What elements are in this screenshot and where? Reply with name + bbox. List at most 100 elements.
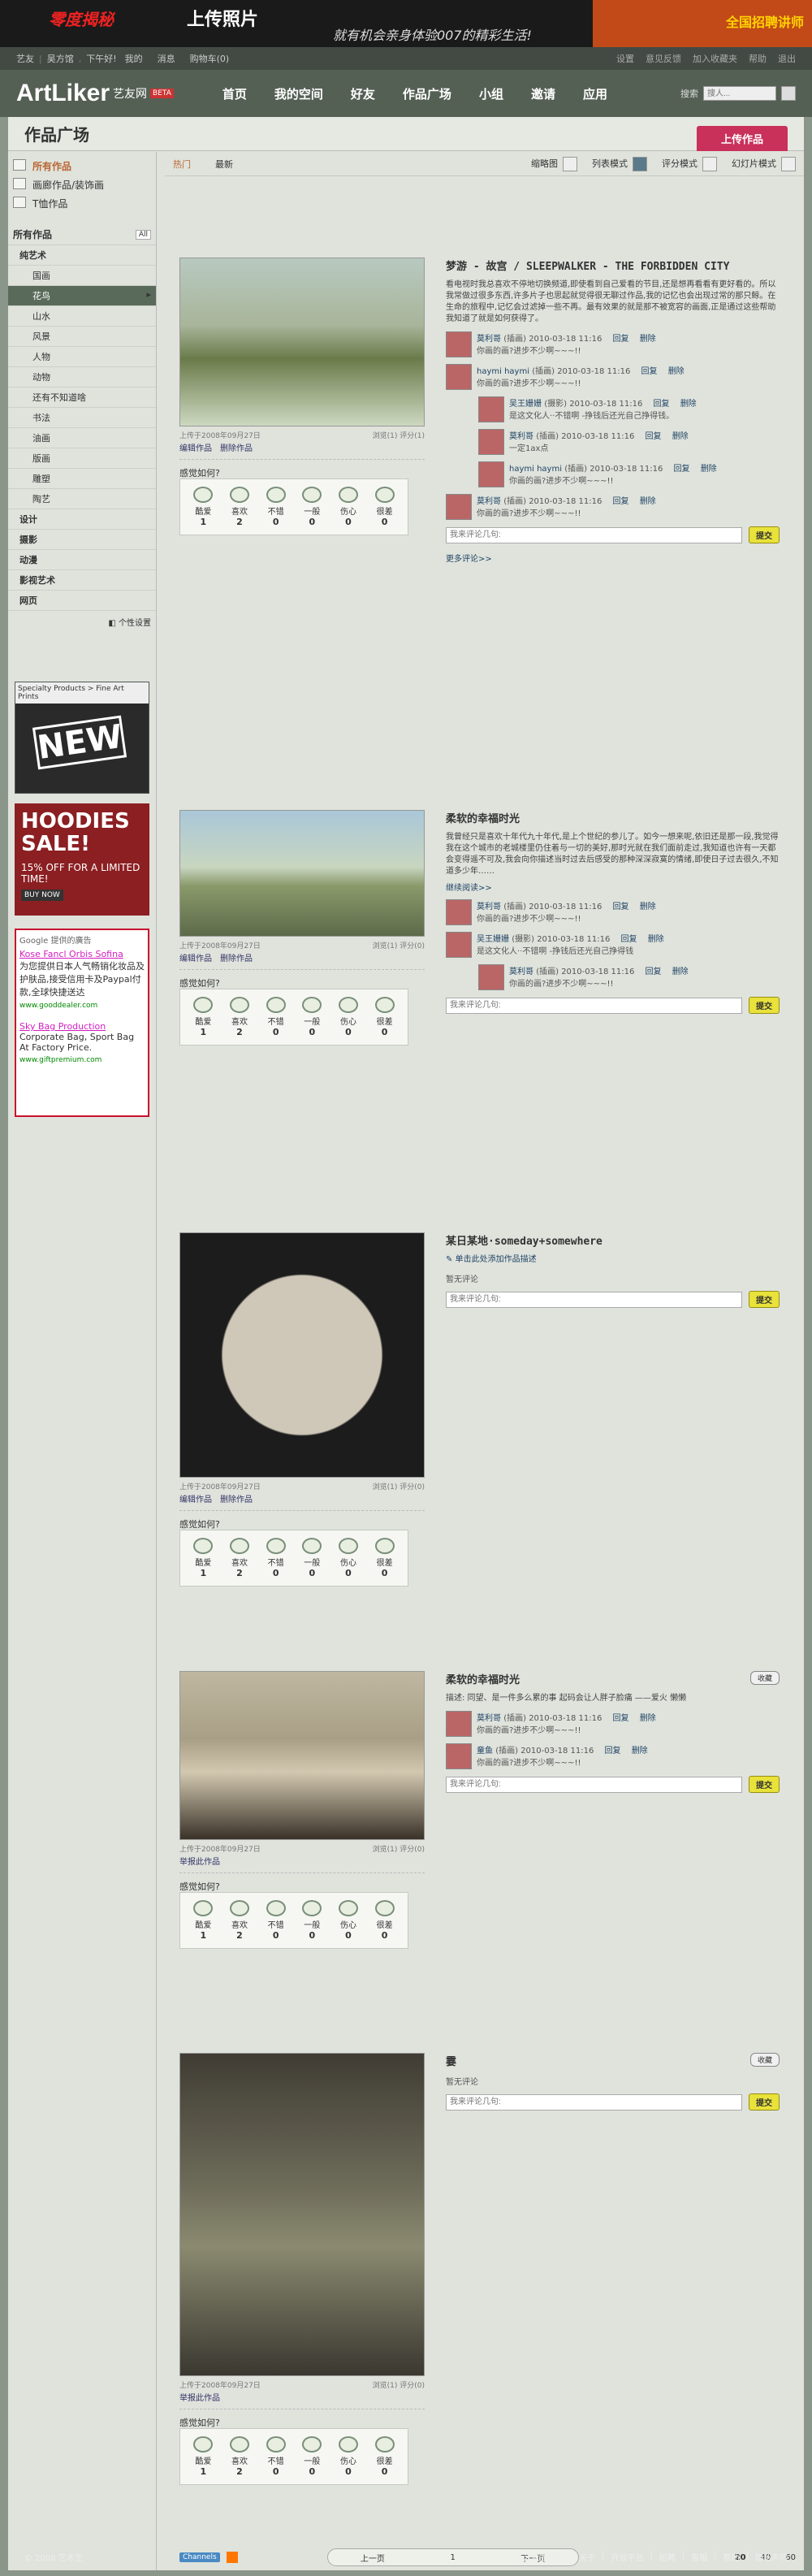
view-thumbnail[interactable]: 缩略图 (531, 156, 577, 171)
comment-input[interactable] (446, 526, 742, 543)
add-description-link[interactable]: ✎ 单击此处添加作品描述 (446, 1254, 780, 1266)
feedback-link[interactable]: 意见反馈 (646, 52, 681, 65)
footer-privacy[interactable]: 隐私声明 (755, 2551, 788, 2563)
delete-link[interactable]: 删除 (701, 465, 717, 474)
search-input[interactable] (703, 86, 776, 101)
feeling-option[interactable]: 一般 0 (302, 1538, 322, 1578)
feeling-option[interactable]: 一般 0 (302, 2436, 322, 2477)
reply-link[interactable]: 回复 (654, 400, 670, 409)
artwork-title[interactable]: 霎 (446, 2053, 780, 2068)
submit-button[interactable]: 提交 (749, 1776, 780, 1793)
ad-fine-art-prints[interactable]: Specialty Products > Fine Art Prints NEW (15, 682, 149, 794)
view-slideshow[interactable]: 幻灯片模式 (732, 156, 796, 171)
sidebar-item-category[interactable]: 版画 (8, 448, 156, 469)
upload-button[interactable]: 上传作品 (696, 126, 788, 151)
feeling-option[interactable]: 酷爱 1 (193, 487, 214, 527)
artwork-action-link[interactable]: 删除作品 (220, 955, 253, 963)
delete-link[interactable]: 删除 (668, 367, 685, 376)
delete-link[interactable]: 删除 (648, 935, 664, 944)
submit-button[interactable]: 提交 (749, 1291, 780, 1308)
feeling-option[interactable]: 很差 0 (374, 1900, 395, 1941)
delete-link[interactable]: 删除 (640, 903, 656, 911)
comment-author[interactable]: haymi haymi (509, 465, 562, 474)
favorite-button[interactable]: 收藏 (749, 1671, 780, 1685)
comment-author[interactable]: 莫利哥 (477, 335, 501, 344)
artwork-title[interactable]: 梦游 - 故宫 / SLEEPWALKER - THE FORBIDDEN CI… (446, 258, 780, 273)
avatar[interactable] (446, 1743, 472, 1769)
avatar[interactable] (478, 964, 504, 990)
reply-link[interactable]: 回复 (646, 432, 662, 441)
comment-input[interactable] (446, 1291, 742, 1308)
sidebar-item-category[interactable]: 还有不知道啥 (8, 387, 156, 408)
sidebar-item-category[interactable]: 影视艺术 (8, 570, 156, 591)
feeling-option[interactable]: 不错 0 (266, 997, 286, 1037)
feeling-option[interactable]: 伤心 0 (338, 2436, 358, 2477)
artwork-action-link[interactable]: 删除作品 (220, 444, 253, 453)
comment-author[interactable]: 莫利哥 (477, 1714, 501, 1723)
sidebar-item-category[interactable]: 人物 (8, 347, 156, 367)
reply-link[interactable]: 回复 (613, 1714, 629, 1723)
ad-url-skybag[interactable]: www.giftpremium.com (19, 1056, 145, 1064)
comment-author[interactable]: 莫利哥 (477, 903, 501, 911)
feeling-option[interactable]: 喜欢 2 (229, 2436, 249, 2477)
avatar[interactable] (446, 494, 472, 520)
comment-author[interactable]: 莫利哥 (477, 497, 501, 506)
brand-label[interactable]: 艺友 (16, 52, 34, 65)
avatar[interactable] (478, 461, 504, 487)
sidebar-item-category[interactable]: 风景 (8, 327, 156, 347)
top-banner-ad[interactable]: 零度揭秘 上传照片 就有机会亲身体验007的精彩生活! 全国招聘讲师 (0, 0, 812, 47)
avatar[interactable] (446, 932, 472, 958)
delete-link[interactable]: 删除 (672, 432, 689, 441)
view-score[interactable]: 评分模式 (662, 156, 717, 171)
artwork-thumbnail[interactable] (179, 810, 425, 937)
more-comments-link[interactable]: 更多评论>> (446, 552, 780, 564)
delete-link[interactable]: 删除 (632, 1747, 648, 1756)
submit-button[interactable]: 提交 (749, 997, 780, 1014)
nav-invite[interactable]: 邀请 (531, 85, 555, 102)
reply-link[interactable]: 回复 (621, 935, 637, 944)
sidebar-item-category[interactable]: 雕塑 (8, 469, 156, 489)
ad-link-skybag[interactable]: Sky Bag Production (19, 1021, 145, 1032)
feeling-option[interactable]: 很差 0 (374, 487, 395, 527)
delete-link[interactable]: 删除 (680, 400, 697, 409)
feeling-option[interactable]: 一般 0 (302, 487, 322, 527)
sidebar-item-category[interactable]: 纯艺术 (8, 245, 156, 266)
nav-home[interactable]: 首页 (222, 85, 247, 102)
ad-hoodies[interactable]: HOODIES SALE! 15% OFF FOR A LIMITED TIME… (15, 803, 149, 916)
footer-support[interactable]: 客服 (691, 2551, 707, 2563)
submit-button[interactable]: 提交 (749, 526, 780, 543)
comment-input[interactable] (446, 1776, 742, 1793)
ad-buy-button[interactable]: BUY NOW (21, 890, 63, 901)
view-list[interactable]: 列表模式 (592, 156, 647, 171)
sidebar-all-works[interactable]: 所有作品 (13, 157, 151, 175)
cart-link[interactable]: 购物车 (190, 52, 217, 65)
feeling-option[interactable]: 伤心 0 (338, 1538, 358, 1578)
footer-platform[interactable]: 开放平台 (611, 2551, 644, 2563)
submit-button[interactable]: 提交 (749, 2093, 780, 2111)
site-logo[interactable]: ArtLiker (16, 80, 110, 107)
user-name[interactable]: 吴方馆 (47, 52, 74, 65)
artwork-thumbnail[interactable] (179, 1232, 425, 1478)
comment-author[interactable]: 吴王姗姗 (509, 400, 542, 409)
favorite-button[interactable]: 收藏 (749, 2053, 780, 2067)
footer-jobs[interactable]: 招聘 (659, 2551, 676, 2563)
artwork-thumbnail[interactable] (179, 2053, 425, 2376)
reply-link[interactable]: 回复 (646, 968, 662, 976)
feeling-option[interactable]: 不错 0 (266, 1900, 286, 1941)
comment-input[interactable] (446, 2093, 742, 2111)
footer-help[interactable]: 帮助 (723, 2551, 740, 2563)
sidebar-item-category[interactable]: 书法 (8, 408, 156, 428)
artwork-action-link[interactable]: 编辑作品 (179, 1496, 212, 1504)
comment-author[interactable]: 童鱼 (477, 1747, 493, 1756)
artwork-action-link[interactable]: 编辑作品 (179, 444, 212, 453)
nav-friends[interactable]: 好友 (351, 85, 375, 102)
avatar[interactable] (446, 331, 472, 357)
comment-author[interactable]: haymi haymi (477, 367, 529, 376)
ad-url-kose[interactable]: www.gooddealer.com (19, 1002, 145, 1010)
logout-link[interactable]: 退出 (778, 52, 796, 65)
feeling-option[interactable]: 不错 0 (266, 2436, 286, 2477)
delete-link[interactable]: 删除 (672, 968, 689, 976)
feeling-option[interactable]: 很差 0 (374, 1538, 395, 1578)
nav-groups[interactable]: 小组 (479, 85, 503, 102)
customize-link[interactable]: ◧ 个性设置 (8, 611, 156, 633)
